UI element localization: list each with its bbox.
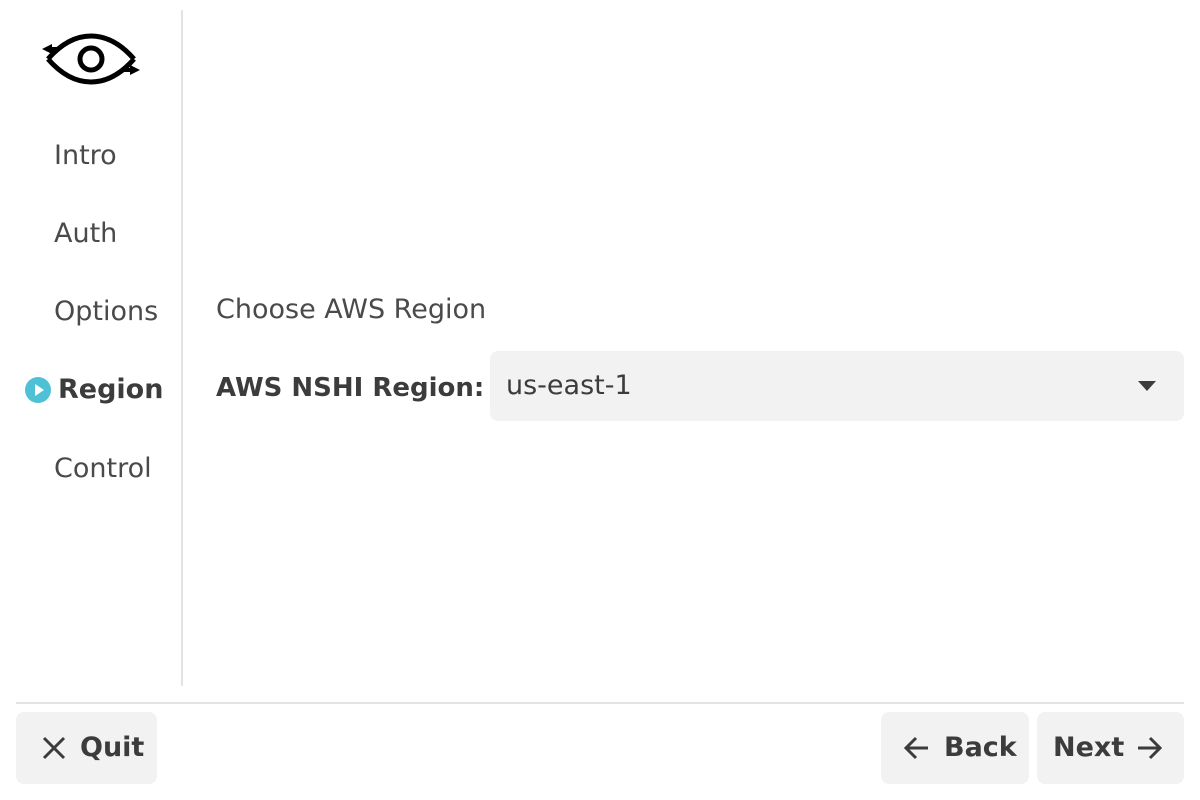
region-select-value: us-east-1 [506,370,632,401]
arrow-left-icon [903,736,928,760]
play-circle-icon [25,377,51,403]
sidebar-item-label: Auth [54,218,118,249]
caret-down-icon [1138,381,1156,391]
sidebar-item-label: Options [54,296,159,327]
back-button-label: Back [944,732,1017,763]
page-title: Choose AWS Region [216,294,487,325]
region-select[interactable]: us-east-1 [490,351,1184,421]
sidebar-item-auth[interactable]: Auth [0,212,182,256]
next-button[interactable]: Next [1037,712,1184,784]
back-button[interactable]: Back [881,712,1029,784]
quit-button-label: Quit [80,732,145,763]
region-field-label: AWS NSHI Region: [216,373,485,403]
sidebar-item-label: Region [58,374,164,405]
quit-button[interactable]: Quit [16,712,157,784]
app-logo-icon [42,33,140,85]
arrow-right-icon [1138,736,1163,760]
sidebar-item-label: Intro [54,140,117,171]
sidebar: Intro Auth Options Region Control [0,0,182,686]
sidebar-item-region[interactable]: Region [0,368,182,412]
sidebar-item-label: Control [54,453,152,484]
installer-window: Intro Auth Options Region Control Choose… [0,0,1200,800]
footer-divider [16,702,1184,704]
sidebar-item-control[interactable]: Control [0,447,182,491]
sidebar-item-intro[interactable]: Intro [0,134,182,178]
close-icon [42,736,66,760]
next-button-label: Next [1053,732,1125,763]
sidebar-item-options[interactable]: Options [0,290,182,334]
sidebar-divider [181,10,183,686]
